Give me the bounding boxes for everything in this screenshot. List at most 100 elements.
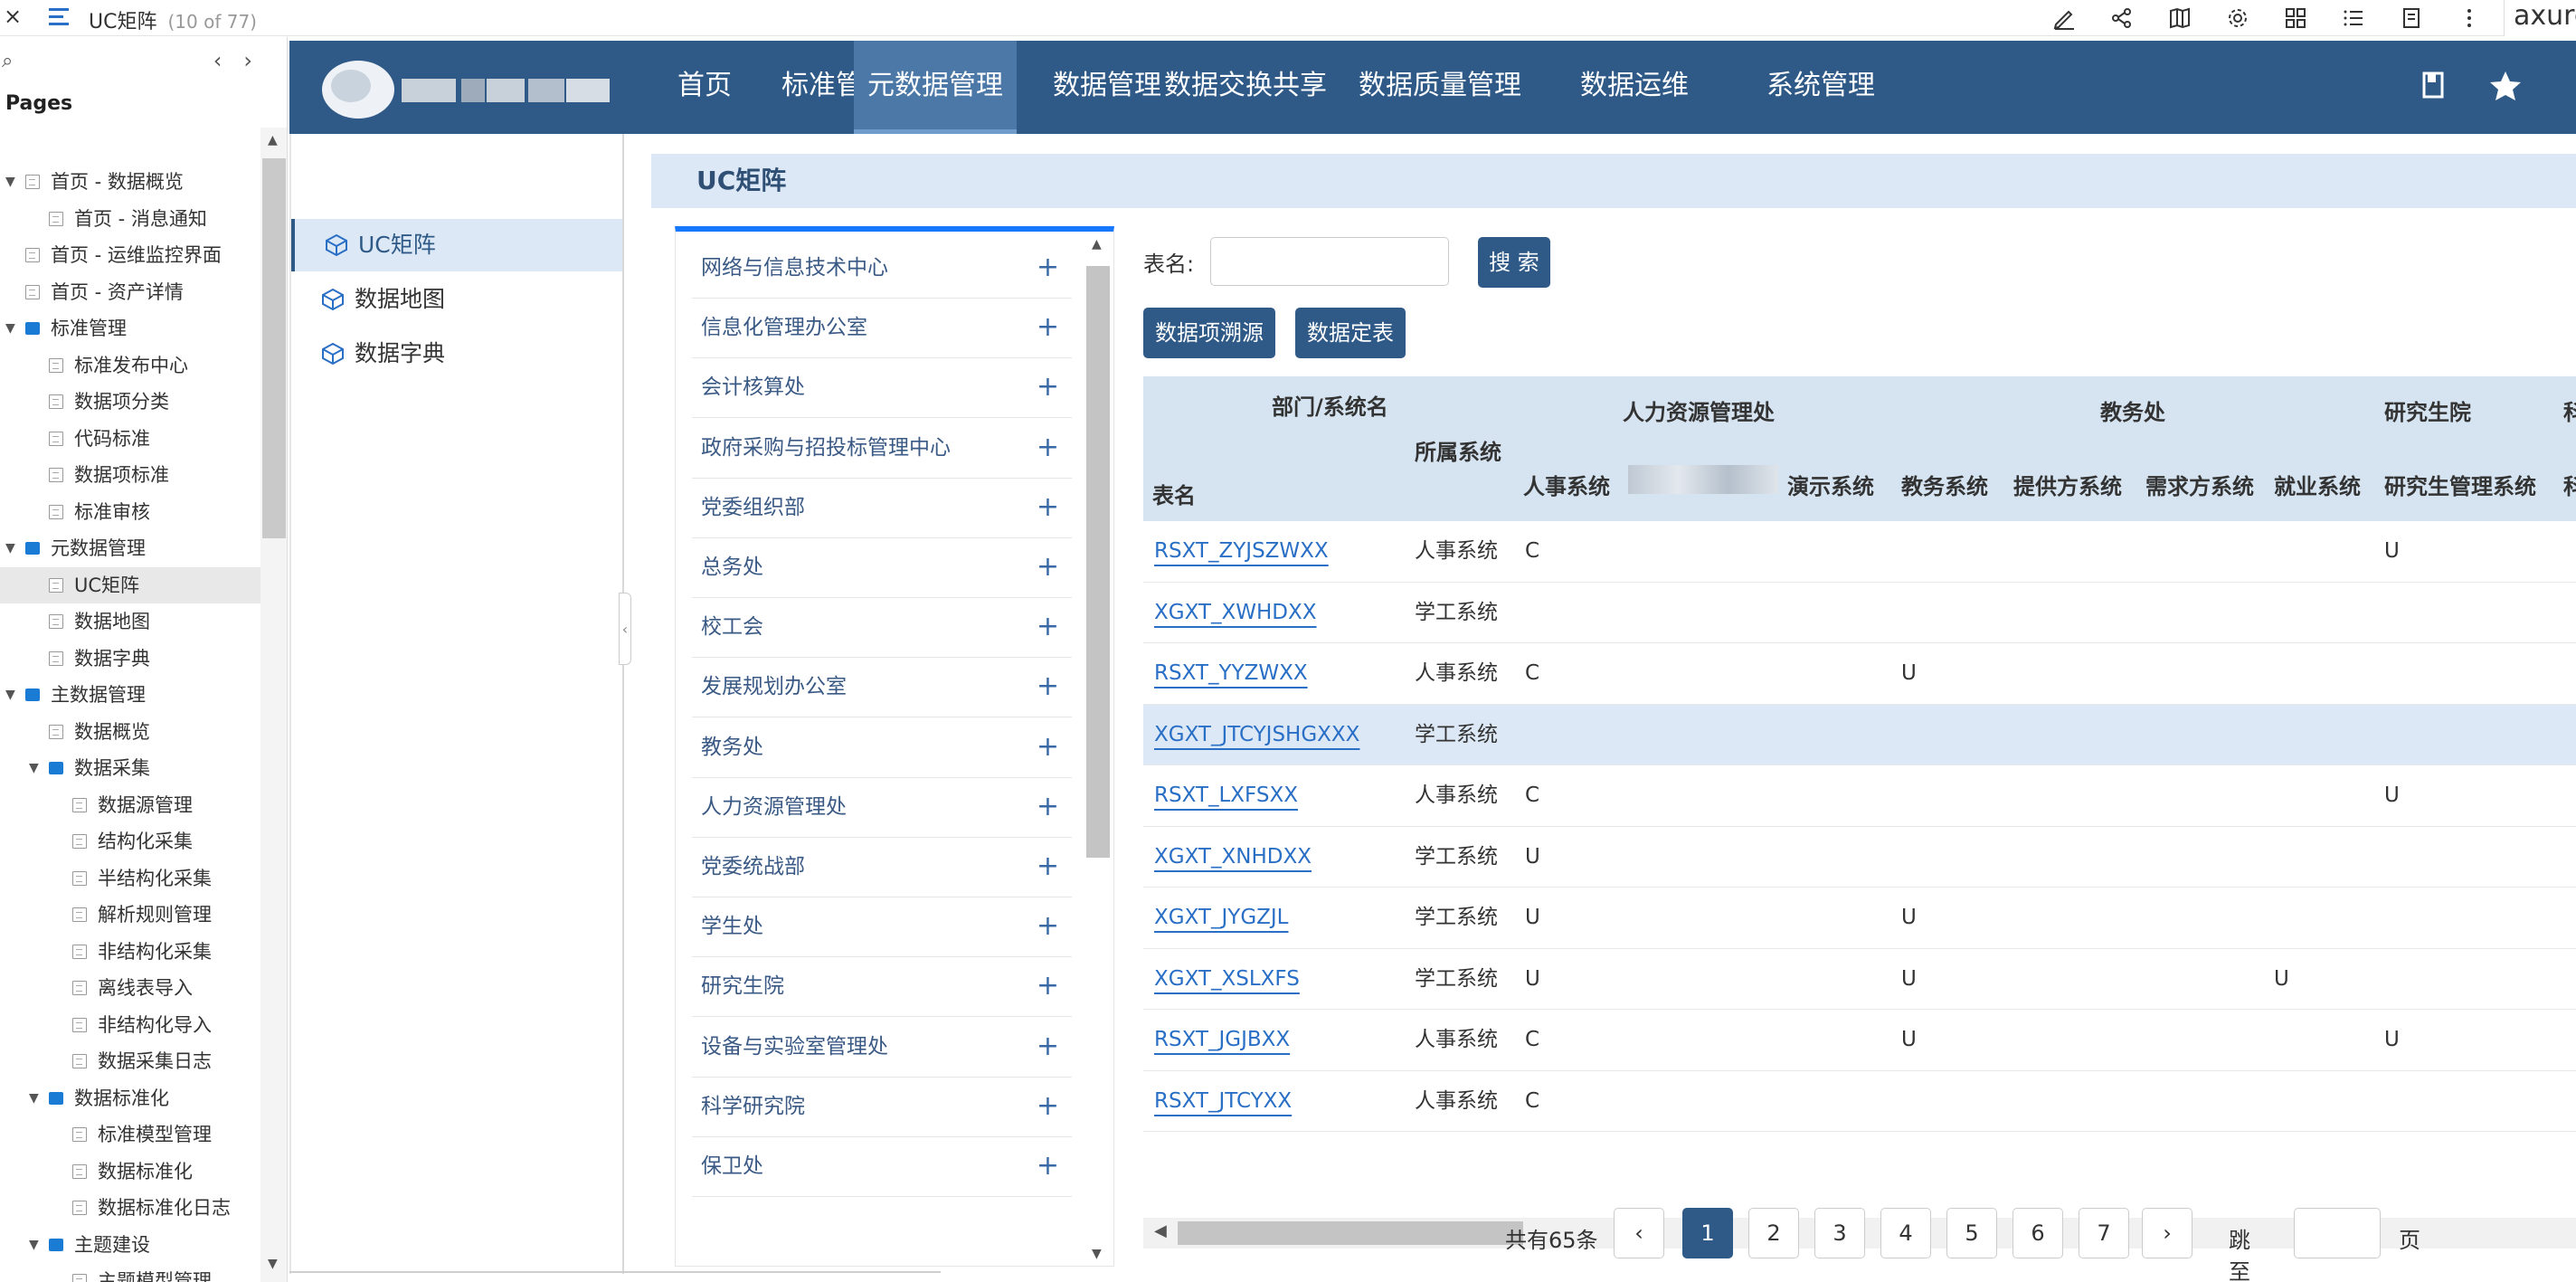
prev-page-button[interactable]: ‹ <box>1614 1208 1664 1258</box>
scroll-up-icon[interactable]: ▲ <box>268 133 278 147</box>
tree-page[interactable]: 结构化采集 <box>0 823 262 860</box>
collapse-handle[interactable]: ‹ <box>619 593 631 665</box>
department-item[interactable]: 科学研究院 + <box>692 1078 1072 1137</box>
expand-plus-icon[interactable]: + <box>1037 358 1059 416</box>
expand-toggle-icon[interactable]: ▼ <box>29 750 39 786</box>
table-name-link[interactable]: XGXT_JYGZJL <box>1154 888 1289 948</box>
table-name-link[interactable]: RSXT_ZYJSZWXX <box>1154 521 1329 582</box>
grid-icon[interactable] <box>2279 4 2312 33</box>
expand-plus-icon[interactable]: + <box>1037 1137 1059 1195</box>
book-icon[interactable] <box>2164 4 2196 33</box>
table-name-link[interactable]: RSXT_JGJBXX <box>1154 1010 1290 1070</box>
department-item[interactable]: 研究生院 + <box>692 957 1072 1018</box>
page-number-button[interactable]: 4 <box>1880 1208 1931 1258</box>
tree-page[interactable]: 代码标准 <box>0 421 262 458</box>
side-menu-item[interactable]: UC矩阵 <box>291 219 622 271</box>
table-name-link[interactable]: RSXT_YYZWXX <box>1154 643 1308 704</box>
expand-plus-icon[interactable]: + <box>1037 838 1059 896</box>
tree-page[interactable]: 首页 - 运维监控界面 <box>0 237 262 274</box>
settings-icon[interactable] <box>2221 4 2254 33</box>
tree-page[interactable]: 数据项标准 <box>0 457 262 494</box>
page-number-button[interactable]: 6 <box>2012 1208 2063 1258</box>
expand-plus-icon[interactable]: + <box>1037 778 1059 836</box>
scroll-left-icon[interactable]: ◀ <box>1154 1221 1167 1240</box>
table-name-link[interactable]: RSXT_LXFSXX <box>1154 765 1298 826</box>
tree-page[interactable]: 首页 - 消息通知 <box>0 201 262 238</box>
expand-plus-icon[interactable]: + <box>1037 538 1059 596</box>
scroll-down-icon[interactable]: ▼ <box>1092 1247 1102 1261</box>
page-number-button[interactable]: 5 <box>1946 1208 1997 1258</box>
pages-scrollbar[interactable]: ▲ ▼ <box>260 128 287 1282</box>
close-icon[interactable]: × <box>4 4 22 29</box>
table-name-link[interactable]: XGXT_XSLXFS <box>1154 949 1300 1010</box>
page-number-button[interactable]: 1 <box>1682 1208 1733 1258</box>
table-name-link[interactable]: XGXT_XWHDXX <box>1154 583 1317 643</box>
table-name-link[interactable]: XGXT_XNHDXX <box>1154 827 1312 888</box>
side-menu-item[interactable]: 数据地图 <box>291 273 622 326</box>
tree-folder[interactable]: ▼ 主数据管理 <box>0 677 262 714</box>
trace-button[interactable]: 数据项溯源 <box>1143 308 1275 358</box>
list-icon[interactable] <box>2337 4 2370 33</box>
table-name-link[interactable]: XGXT_JTCYJSHGXXX <box>1154 705 1359 765</box>
table-name-input[interactable] <box>1210 237 1449 286</box>
scroll-thumb[interactable] <box>1086 266 1110 858</box>
page-number-button[interactable]: 7 <box>2079 1208 2129 1258</box>
more-icon[interactable] <box>2453 4 2486 33</box>
department-item[interactable]: 政府采购与招投标管理中心 + <box>692 419 1072 479</box>
tree-page[interactable]: 数据字典 <box>0 641 262 678</box>
nav-item[interactable]: 数据运维 <box>1550 41 1719 134</box>
expand-plus-icon[interactable]: + <box>1037 1078 1059 1135</box>
nav-item[interactable]: 数据交换共享 <box>1147 41 1344 134</box>
tree-page[interactable]: 非结构化导入 <box>0 1007 262 1044</box>
page-number-button[interactable]: 3 <box>1814 1208 1865 1258</box>
department-item[interactable]: 人力资源管理处 + <box>692 778 1072 838</box>
side-menu-item[interactable]: 数据字典 <box>291 328 622 380</box>
expand-toggle-icon[interactable]: ▼ <box>5 164 15 200</box>
expand-plus-icon[interactable]: + <box>1037 419 1059 477</box>
search-button[interactable]: 搜 索 <box>1478 237 1550 288</box>
department-item[interactable]: 党委统战部 + <box>692 838 1072 897</box>
table-name-link[interactable]: RSXT_JTCYXX <box>1154 1071 1292 1132</box>
next-page-button[interactable]: › <box>2142 1208 2192 1258</box>
bookmark-icon[interactable] <box>2415 68 2451 104</box>
department-item[interactable]: 学生处 + <box>692 897 1072 958</box>
tree-page[interactable]: 标准发布中心 <box>0 347 262 385</box>
tree-folder[interactable]: ▼ 数据采集 <box>0 750 262 787</box>
department-item[interactable]: 总务处 + <box>692 538 1072 598</box>
department-item[interactable]: 校工会 + <box>692 598 1072 659</box>
tree-page[interactable]: 数据源管理 <box>0 787 262 824</box>
edit-icon[interactable] <box>2048 4 2080 33</box>
define-table-button[interactable]: 数据定表 <box>1295 308 1406 358</box>
tree-page[interactable]: 数据采集日志 <box>0 1043 262 1080</box>
tree-page[interactable]: ▼ 首页 - 数据概览 <box>0 164 262 201</box>
expand-plus-icon[interactable]: + <box>1037 598 1059 656</box>
share-icon[interactable] <box>2106 4 2138 33</box>
pages-nav[interactable]: ‹› <box>213 48 274 73</box>
expand-plus-icon[interactable]: + <box>1037 299 1059 356</box>
department-item[interactable]: 教务处 + <box>692 718 1072 778</box>
department-item[interactable]: 会计核算处 + <box>692 358 1072 419</box>
expand-toggle-icon[interactable]: ▼ <box>5 310 15 347</box>
nav-item[interactable]: 首页 <box>655 41 754 134</box>
expand-plus-icon[interactable]: + <box>1037 957 1059 1015</box>
tree-folder[interactable]: ▼ 标准管理 <box>0 310 262 347</box>
expand-plus-icon[interactable]: + <box>1037 239 1059 297</box>
tree-page[interactable]: 标准模型管理 <box>0 1116 262 1154</box>
tree-page[interactable]: 数据项分类 <box>0 384 262 421</box>
menu-icon[interactable] <box>47 5 74 29</box>
department-item[interactable]: 设备与实验室管理处 + <box>692 1018 1072 1078</box>
tree-page[interactable]: 解析规则管理 <box>0 897 262 934</box>
expand-toggle-icon[interactable]: ▼ <box>29 1080 39 1116</box>
expand-plus-icon[interactable]: + <box>1037 1018 1059 1076</box>
tree-page[interactable]: 标准审核 <box>0 494 262 531</box>
department-item[interactable]: 党委组织部 + <box>692 479 1072 538</box>
department-item[interactable]: 网络与信息技术中心 + <box>692 239 1072 299</box>
jump-page-input[interactable] <box>2294 1208 2381 1258</box>
department-item[interactable]: 信息化管理办公室 + <box>692 299 1072 359</box>
tree-page[interactable]: 主题模型管理 <box>0 1263 262 1282</box>
star-icon[interactable] <box>2487 68 2524 104</box>
search-icon[interactable]: ⌕ <box>2 50 13 72</box>
tree-folder[interactable]: ▼ 数据标准化 <box>0 1080 262 1117</box>
nav-item[interactable]: 系统管理 <box>1737 41 1905 134</box>
tree-page[interactable]: 数据地图 <box>0 603 262 641</box>
